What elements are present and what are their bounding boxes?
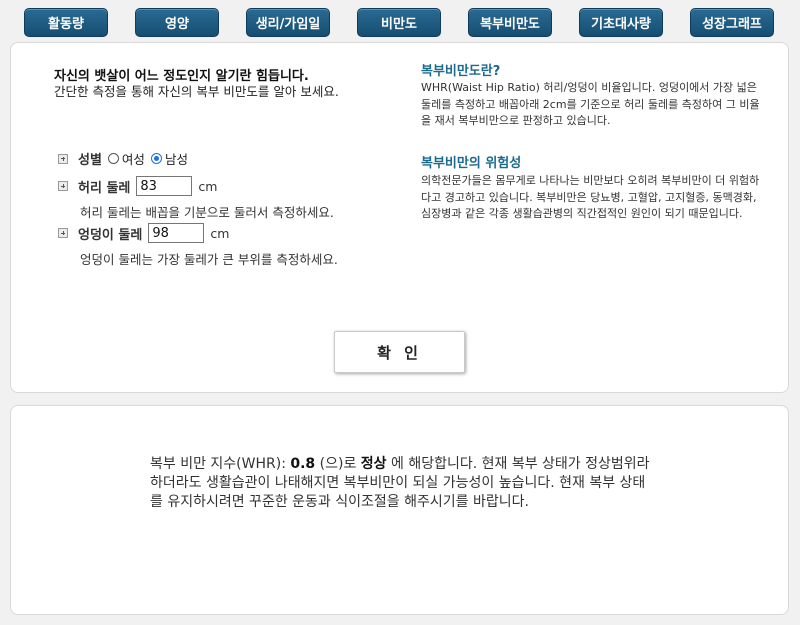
plus-box-icon	[58, 228, 68, 238]
gender-row: 성별 여성 남성	[58, 149, 194, 168]
tab-obesity[interactable]: 비만도	[357, 8, 441, 37]
waist-label: 허리 둘레	[78, 180, 131, 196]
plus-box-icon	[58, 153, 68, 164]
hip-unit: cm	[210, 225, 230, 241]
gender-male-radio[interactable]: 남성	[150, 149, 188, 168]
result-prefix: 복부 비만 지수(WHR):	[150, 456, 291, 472]
gender-female-label: 여성	[121, 152, 145, 167]
waist-hint: 허리 둘레는 배꼽을 기분으로 둘러서 측정하세요.	[80, 205, 334, 220]
tab-bar: 활동량 영양 생리/가임일 비만도 복부비만도 기초대사량 성장그래프	[0, 8, 800, 38]
intro-subtitle: 간단한 측정을 통해 자신의 복부 비만도를 알아 보세요.	[54, 84, 339, 99]
tab-basal-metabolism[interactable]: 기초대사량	[579, 8, 663, 37]
hip-hint: 엉덩이 둘레는 가장 둘레가 큰 부위를 측정하세요.	[80, 252, 338, 267]
result-whr-value: 0.8	[290, 456, 316, 472]
result-status: 정상	[360, 456, 387, 472]
waist-input[interactable]	[136, 176, 193, 196]
gender-male-label: 남성	[164, 152, 188, 167]
risk-description: 의학전문가들은 몸무게로 나타나는 비만보다 오히려 복부비만이 더 위험하다고…	[421, 174, 760, 220]
waist-unit: cm	[198, 178, 218, 194]
plus-box-icon	[58, 181, 68, 191]
result-mid: (으)로	[315, 456, 361, 472]
hip-row: 엉덩이 둘레 cm	[58, 223, 229, 243]
gender-female-radio[interactable]: 여성	[107, 149, 145, 168]
tab-abdominal-obesity[interactable]: 복부비만도	[468, 8, 552, 37]
tab-menstruation[interactable]: 생리/가임일	[246, 8, 330, 37]
tab-nutrition[interactable]: 영양	[135, 8, 219, 37]
whr-title: 복부비만도란?	[421, 64, 501, 79]
hip-input[interactable]	[148, 223, 205, 243]
hip-label: 엉덩이 둘레	[78, 227, 143, 243]
risk-title: 복부비만의 위험성	[421, 156, 522, 171]
tab-activity[interactable]: 활동량	[24, 8, 108, 37]
waist-row: 허리 둘레 cm	[58, 176, 217, 196]
radio-unchecked-icon[interactable]	[107, 153, 119, 164]
result-text: 복부 비만 지수(WHR): 0.8 (으)로 정상 에 해당합니다. 현재 복…	[150, 455, 655, 512]
radio-checked-icon[interactable]	[150, 153, 162, 164]
tab-growth-graph[interactable]: 성장그래프	[690, 8, 774, 37]
confirm-button[interactable]: 확 인	[334, 331, 465, 373]
whr-description: WHR(Waist Hip Ratio) 허리/엉덩이 비율입니다. 엉덩이에서…	[421, 81, 760, 127]
gender-label: 성별	[78, 153, 102, 168]
